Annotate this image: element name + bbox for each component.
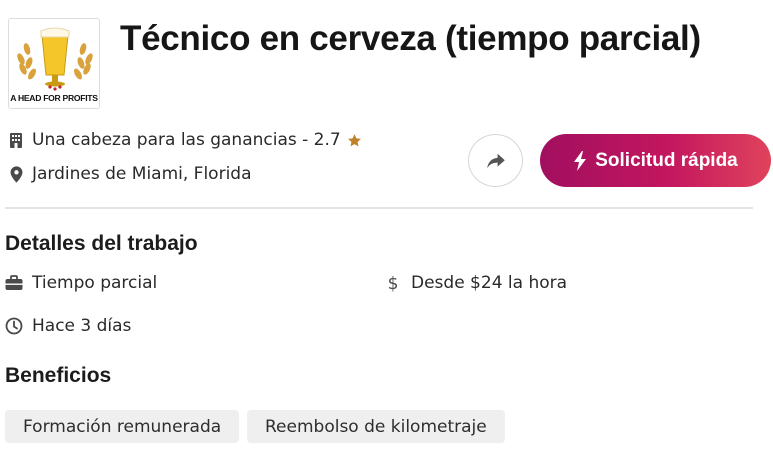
svg-text:$: $ xyxy=(388,274,399,292)
job-posting-page: A HEAD FOR PROFITS Técnico en cerveza (t… xyxy=(0,0,773,459)
share-arrow-icon xyxy=(486,153,505,168)
section-divider xyxy=(5,207,753,209)
share-button[interactable] xyxy=(468,134,523,187)
benefits-heading: Beneficios xyxy=(5,364,112,387)
job-posted: Hace 3 días xyxy=(5,315,131,337)
quick-apply-label: Solicitud rápida xyxy=(595,149,738,171)
briefcase-icon xyxy=(5,274,23,292)
company-row[interactable]: Una cabeza para las ganancias - 2.7 xyxy=(8,129,362,151)
beer-glass-logo-icon xyxy=(17,27,93,91)
job-posted-label: Hace 3 días xyxy=(32,316,132,336)
job-details-heading: Detalles del trabajo xyxy=(5,232,198,255)
lightning-bolt-icon xyxy=(573,150,587,171)
star-icon xyxy=(347,133,362,148)
benefit-chip: Formación remunerada xyxy=(5,410,240,443)
job-pay-label: Desde $24 la hora xyxy=(411,273,568,293)
location-row: Jardines de Miami, Florida xyxy=(8,163,252,185)
quick-apply-button[interactable]: Solicitud rápida xyxy=(540,134,771,187)
company-logo[interactable]: A HEAD FOR PROFITS xyxy=(8,18,100,109)
location-pin-icon xyxy=(8,165,24,183)
dollar-icon: $ xyxy=(384,274,402,292)
building-icon xyxy=(8,131,24,149)
clock-icon xyxy=(5,317,23,335)
job-type-label: Tiempo parcial xyxy=(32,273,158,293)
benefit-chip: Reembolso de kilometraje xyxy=(247,410,505,443)
company-name-rating: Una cabeza para las ganancias - 2.7 xyxy=(32,130,341,150)
job-title: Técnico en cerveza (tiempo parcial) xyxy=(120,19,701,58)
job-pay: $ Desde $24 la hora xyxy=(384,272,567,294)
logo-wordmark: A HEAD FOR PROFITS xyxy=(10,93,98,103)
job-location: Jardines de Miami, Florida xyxy=(32,164,252,184)
job-type: Tiempo parcial xyxy=(5,272,157,294)
